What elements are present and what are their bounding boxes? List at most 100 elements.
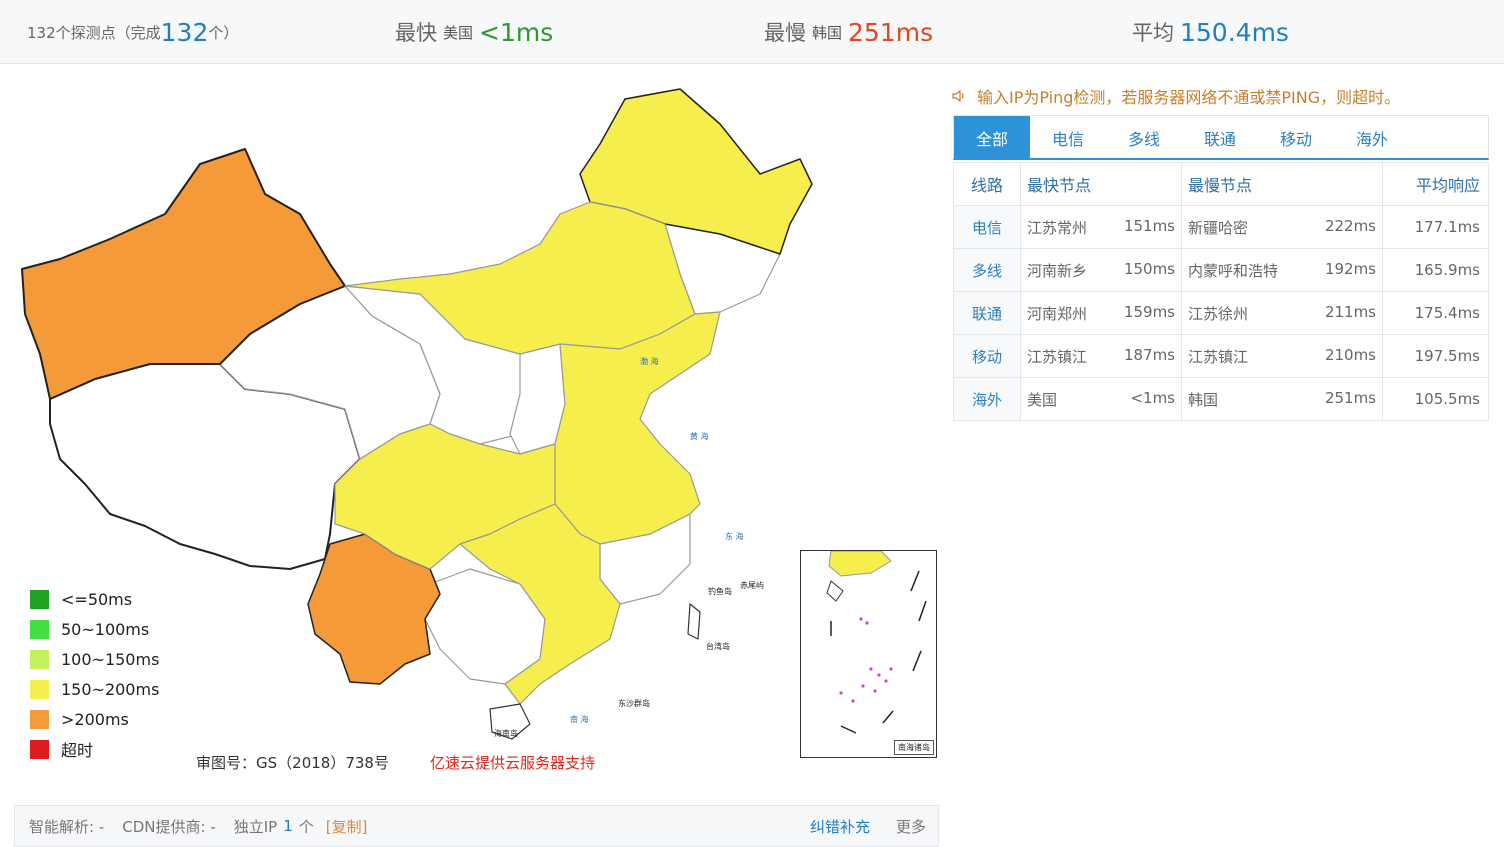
sea-label-east-sea: 东 海: [725, 531, 744, 541]
region-north-china: [554, 311, 721, 545]
latency-results-table: 线路 最快节点 最慢节点 平均响应 电信 江苏常州 151ms 新疆哈密 222ms…: [953, 162, 1489, 421]
legend-swatch: [30, 589, 49, 609]
table-row: 移动 江苏镇江 187ms 江苏镇江 210ms 197.5ms: [953, 334, 1489, 378]
region-taiwan: [687, 603, 701, 640]
average-label: 平均: [1132, 21, 1174, 45]
row-line[interactable]: 联通: [953, 291, 1021, 335]
legend-item: 150~200ms: [30, 674, 159, 704]
legend-swatch: [30, 649, 49, 669]
table-header-row: 线路 最快节点 最慢节点 平均响应: [953, 162, 1489, 206]
row-slowest: 江苏徐州 211ms: [1181, 291, 1383, 335]
fastest-ms: 159ms: [1123, 302, 1175, 321]
unique-ip-count: 1: [283, 817, 293, 835]
slowest-node: 新疆哈密: [1188, 218, 1249, 237]
average-summary: 平均 150.4ms: [1132, 0, 1289, 64]
dns-info-bar: 智能解析: - CDN提供商: - 独立IP 1 个 [复制] 纠错补充 更多: [14, 805, 939, 847]
row-average: 165.9ms: [1382, 248, 1489, 292]
legend-label: >200ms: [61, 709, 129, 729]
speaker-icon: [952, 89, 964, 103]
inset-caption: 南海诸岛: [894, 740, 934, 755]
sea-label-yellow-sea: 黄 海: [690, 431, 709, 441]
south-sea-islands-map: [826, 551, 927, 734]
legend-item: 超时: [30, 734, 159, 764]
ping-hint-text: 输入IP为Ping检测，若服务器网络不通或禁PING，则超时。: [977, 88, 1401, 107]
legend-item: <=50ms: [30, 584, 159, 614]
copy-button[interactable]: [复制]: [326, 816, 368, 837]
map-approval-number: 审图号：GS（2018）738号: [196, 754, 389, 772]
unique-ip-label: 独立IP: [233, 817, 278, 836]
legend-swatch: [30, 709, 49, 729]
legend-item: >200ms: [30, 704, 159, 734]
latency-map-panel: 渤 海 黄 海 东 海 南 海 钓鱼岛 赤尾屿 台湾岛 东沙群岛 海南岛 <=5…: [0, 64, 945, 804]
tab-unicom[interactable]: 联通: [1182, 116, 1258, 159]
table-row: 电信 江苏常州 151ms 新疆哈密 222ms 177.1ms: [953, 205, 1489, 249]
row-fastest: 江苏常州 151ms: [1020, 205, 1182, 249]
sponsor-link[interactable]: 亿速云提供云服务器支持: [430, 752, 595, 773]
slowest-ms: 251ms: [1324, 388, 1376, 407]
row-average: 177.1ms: [1382, 205, 1489, 249]
island-label-diaoyu: 钓鱼岛: [708, 586, 732, 596]
header-slowest: 最慢节点: [1181, 162, 1383, 206]
tab-telecom[interactable]: 电信: [1030, 116, 1106, 159]
unique-ip-unit: 个: [298, 817, 314, 836]
row-line[interactable]: 移动: [953, 334, 1021, 378]
island-label-taiwan: 台湾岛: [706, 641, 730, 651]
row-line[interactable]: 电信: [953, 205, 1021, 249]
fastest-ms: <1ms: [1130, 388, 1175, 407]
slowest-label: 最慢: [764, 21, 806, 45]
tab-mobile[interactable]: 移动: [1258, 116, 1334, 159]
legend-swatch: [30, 619, 49, 639]
average-value: 150.4ms: [1180, 17, 1289, 47]
row-slowest: 江苏镇江 210ms: [1181, 334, 1383, 378]
row-average: 197.5ms: [1382, 334, 1489, 378]
sea-label-south-sea: 南 海: [570, 714, 589, 724]
island-label-dongsha: 东沙群岛: [618, 698, 650, 708]
legend-swatch: [30, 739, 49, 759]
slowest-node: 江苏徐州: [1188, 304, 1249, 323]
tab-overseas[interactable]: 海外: [1334, 116, 1410, 159]
row-average: 175.4ms: [1382, 291, 1489, 335]
report-error-link[interactable]: 纠错补充: [810, 816, 870, 837]
island-label-hainan: 海南岛: [494, 728, 518, 738]
legend-label: 50~100ms: [61, 619, 150, 639]
tab-multiline[interactable]: 多线: [1106, 116, 1182, 159]
slowest-ms: 192ms: [1324, 259, 1376, 278]
ping-hint: 输入IP为Ping检测，若服务器网络不通或禁PING，则超时。: [951, 83, 1400, 109]
slowest-value: 251ms: [848, 17, 934, 47]
probe-done-count: 132: [160, 17, 209, 47]
legend-item: 50~100ms: [30, 614, 159, 644]
legend-item: 100~150ms: [30, 644, 159, 674]
bottom-actions: 纠错补充 更多: [810, 816, 926, 837]
table-row: 联通 河南郑州 159ms 江苏徐州 211ms 175.4ms: [953, 291, 1489, 335]
fastest-ms: 151ms: [1123, 216, 1175, 235]
row-fastest: 河南新乡 150ms: [1020, 248, 1182, 292]
probe-count-text: 132个探测点（完成: [27, 23, 161, 42]
fastest-ms: 150ms: [1123, 259, 1175, 278]
cdn-provider-label: CDN提供商: -: [122, 817, 216, 836]
row-fastest: 美国 <1ms: [1020, 377, 1182, 421]
table-row: 多线 河南新乡 150ms 内蒙呼和浩特 192ms 165.9ms: [953, 248, 1489, 292]
slowest-ms: 222ms: [1324, 216, 1376, 235]
table-row: 海外 美国 <1ms 韩国 251ms 105.5ms: [953, 377, 1489, 421]
row-line[interactable]: 多线: [953, 248, 1021, 292]
legend-label: 150~200ms: [61, 679, 160, 699]
legend-swatch: [30, 679, 49, 699]
slowest-node: 内蒙呼和浩特: [1188, 261, 1279, 280]
fastest-ms: 187ms: [1123, 345, 1175, 364]
latency-legend: <=50ms 50~100ms 100~150ms 150~200ms >200…: [30, 584, 159, 764]
line-type-tabs: 全部 电信 多线 联通 移动 海外: [953, 115, 1489, 160]
slowest-node: 韩国: [1188, 390, 1219, 409]
fastest-node: 河南新乡: [1027, 261, 1088, 280]
more-link[interactable]: 更多: [896, 816, 926, 837]
row-slowest: 内蒙呼和浩特 192ms: [1181, 248, 1383, 292]
tab-all[interactable]: 全部: [954, 116, 1030, 159]
fastest-node: 美国: [1027, 390, 1058, 409]
sea-label-bohai: 渤 海: [640, 356, 659, 366]
row-fastest: 河南郑州 159ms: [1020, 291, 1182, 335]
row-fastest: 江苏镇江 187ms: [1020, 334, 1182, 378]
summary-bar: 132个探测点（完成 132 个） 最快 美国 <1ms 最慢 韩国 251ms…: [0, 0, 1504, 64]
legend-label: 100~150ms: [61, 649, 160, 669]
row-line[interactable]: 海外: [953, 377, 1021, 421]
header-fastest: 最快节点: [1020, 162, 1182, 206]
fastest-country: 美国: [443, 23, 474, 42]
